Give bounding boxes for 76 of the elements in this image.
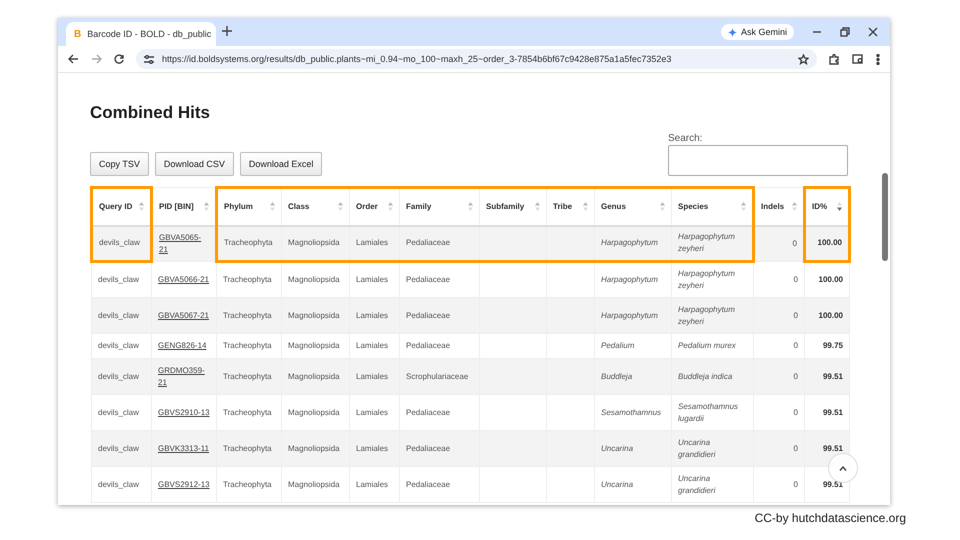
table-cell: Tracheophyta <box>216 298 282 334</box>
search-field[interactable] <box>668 145 848 176</box>
table-cell: Tracheophyta <box>216 358 282 394</box>
table-cell: Magnoliopsida <box>282 226 350 262</box>
table-cell: Buddleja indica <box>672 358 754 394</box>
scroll-to-top-button[interactable] <box>828 453 858 483</box>
table-cell: Magnoliopsida <box>282 298 350 334</box>
table-cell: 0 <box>754 298 804 334</box>
column-header[interactable]: ID% <box>804 188 850 226</box>
table-cell: Harpagophytum zeyheri <box>672 298 754 334</box>
record-link[interactable]: GBVS2912-13 <box>152 466 216 502</box>
record-link[interactable]: GBVA5067-21 <box>152 298 216 334</box>
section-heading: Combined Hits <box>90 103 211 123</box>
table-cell: devils_claw <box>92 466 152 502</box>
column-header[interactable]: Query ID <box>92 188 152 226</box>
table-cell: Pedaliaceae <box>400 298 480 334</box>
url-text: https://id.boldsystems.org/results/db_public.plants~mi_0.94~mo_100~maxh_25~order_3-7854b6bf67c9428e875a1a5fec7352e3 <box>162 54 672 64</box>
restore-icon[interactable] <box>840 27 850 37</box>
chevron-up-icon <box>839 466 847 470</box>
table-cell: Buddleja <box>594 358 672 394</box>
table-cell: Harpagophytum <box>594 226 672 262</box>
table-cell: 0 <box>754 466 804 502</box>
table-cell: devils_claw <box>92 430 152 466</box>
table-cell: Lamiales <box>350 358 400 394</box>
table-cell: devils_claw <box>92 226 152 262</box>
tab-title: Barcode ID - BOLD - db_public <box>87 29 212 39</box>
table-cell: Harpagophytum zeyheri <box>672 226 754 262</box>
table-cell: Magnoliopsida <box>282 466 350 502</box>
table-cell: Magnoliopsida <box>282 430 350 466</box>
scrollbar-thumb[interactable] <box>882 173 888 261</box>
table-cell: Uncarina grandidieri <box>672 430 754 466</box>
table-cell: Tracheophyta <box>216 430 282 466</box>
back-icon[interactable] <box>68 54 79 64</box>
table-cell: Lamiales <box>350 226 400 262</box>
address-bar[interactable]: https://id.boldsystems.org/results/db_public.plants~mi_0.94~mo_100~maxh_25~order_3-7854b6bf67c9428e875a1a5fec7352e3 <box>136 49 817 69</box>
table-cell: Magnoliopsida <box>282 358 350 394</box>
table-cell: 0 <box>754 358 804 394</box>
sparkle-icon <box>728 28 737 36</box>
table-cell: Tracheophyta <box>216 226 282 262</box>
table-cell: 100.00 <box>804 226 850 262</box>
table-cell: 99.51 <box>804 358 850 394</box>
credit-caption: CC-by hutchdatascience.org <box>754 511 906 525</box>
table-cell: Lamiales <box>350 430 400 466</box>
table-cell: Pedaliaceae <box>400 466 480 502</box>
close-icon[interactable] <box>868 27 878 37</box>
table-cell: Scrophulariaceae <box>400 358 480 394</box>
star-icon[interactable] <box>798 54 809 64</box>
table-cell: Uncarina <box>594 430 672 466</box>
record-link[interactable]: GBVA5065-21 <box>152 226 216 262</box>
table-cell: devils_claw <box>92 298 152 334</box>
export-button[interactable]: Download CSV <box>154 152 234 176</box>
plus-icon[interactable] <box>222 26 232 36</box>
record-link[interactable]: GBVK3313-11 <box>152 430 216 466</box>
table-cell: Tracheophyta <box>216 466 282 502</box>
table-cell: Pedaliaceae <box>400 226 480 262</box>
record-link[interactable]: GRDMO359-21 <box>152 358 216 394</box>
table-cell: Uncarina grandidieri <box>672 466 754 502</box>
browser-tab[interactable]: B Barcode ID - BOLD - db_public <box>66 22 216 46</box>
table-cell: Uncarina <box>594 466 672 502</box>
puzzle-icon[interactable] <box>829 54 840 64</box>
site-settings-icon[interactable] <box>144 54 154 64</box>
reload-icon[interactable] <box>114 54 124 64</box>
table-cell: Lamiales <box>350 466 400 502</box>
table-cell: 100.00 <box>804 298 850 334</box>
search-label: Search: <box>668 133 704 144</box>
table-cell: Harpagophytum <box>594 298 672 334</box>
table-cell: devils_claw <box>92 358 152 394</box>
favicon: B <box>74 28 82 40</box>
table-cell: 0 <box>754 430 804 466</box>
more-icon[interactable] <box>876 54 880 64</box>
reading-list-icon[interactable] <box>852 54 864 64</box>
ask-gemini-button[interactable]: Ask Gemini <box>720 24 794 40</box>
export-button[interactable]: Download Excel <box>240 152 322 176</box>
table-cell: Lamiales <box>350 298 400 334</box>
table-cell: Pedaliaceae <box>400 430 480 466</box>
export-button[interactable]: Copy TSV <box>90 152 149 176</box>
